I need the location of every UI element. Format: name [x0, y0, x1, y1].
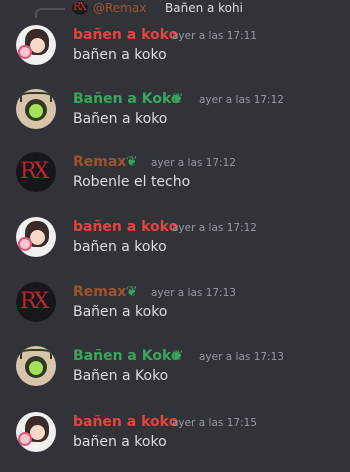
message-timestamp: ayer a las 17:12 — [151, 157, 236, 169]
reply-text: Bañen a kohi — [165, 1, 243, 15]
message-timestamp: ayer a las 17:13 — [199, 351, 284, 363]
avatar-bow — [18, 237, 32, 251]
reply-avatar[interactable]: RX — [72, 1, 88, 15]
leaf-badge-icon[interactable]: ❦ — [126, 155, 142, 169]
message-item[interactable]: RX Remax ❦ ayer a las 17:12 Robenle el t… — [0, 152, 350, 202]
avatar[interactable] — [16, 25, 56, 65]
message-timestamp: ayer a las 17:12 — [199, 94, 284, 106]
message-author[interactable]: bañen a koko — [73, 219, 178, 235]
avatar-bow — [18, 432, 32, 446]
message-timestamp: ayer a las 17:11 — [172, 30, 257, 42]
reply-connector-line — [35, 8, 65, 18]
message-item[interactable]: RX Remax ❦ ayer a las 17:13 Bañen a koko — [0, 282, 350, 332]
leaf-badge-icon[interactable]: ❦ — [172, 92, 188, 106]
avatar-face — [29, 361, 43, 375]
message-content: bañen a koko — [73, 47, 167, 63]
message-timestamp: ayer a las 17:13 — [151, 287, 236, 299]
leaf-badge-icon[interactable]: ❦ — [126, 285, 142, 299]
avatar-face — [30, 425, 45, 440]
avatar[interactable] — [16, 346, 56, 386]
avatar[interactable] — [16, 217, 56, 257]
message-timestamp: ayer a las 17:15 — [172, 417, 257, 429]
message-content: Bañen a Koko — [73, 368, 169, 384]
avatar-face — [30, 38, 45, 53]
message-timestamp: ayer a las 17:12 — [172, 222, 257, 234]
message-item[interactable]: Bañen a Koko ❦ ayer a las 17:12 Bañen a … — [0, 89, 350, 139]
message-author[interactable]: Remax — [73, 154, 126, 170]
avatar-text: RX — [20, 159, 49, 184]
message-author[interactable]: Remax — [73, 284, 126, 300]
message-item[interactable]: Bañen a Koko ❦ ayer a las 17:13 Bañen a … — [0, 346, 350, 396]
message-item[interactable]: bañen a koko ayer a las 17:11 bañen a ko… — [0, 25, 350, 75]
leaf-badge-icon[interactable]: ❦ — [172, 349, 188, 363]
avatar-bow — [18, 45, 32, 59]
message-content: bañen a koko — [73, 434, 167, 450]
avatar-face — [30, 230, 45, 245]
reply-avatar-text: RX — [73, 1, 87, 13]
message-item[interactable]: bañen a koko ayer a las 17:12 bañen a ko… — [0, 217, 350, 267]
message-content: Bañen a koko — [73, 111, 168, 127]
reply-preview[interactable]: RX @Remax Bañen a kohi — [0, 0, 350, 18]
avatar[interactable]: RX — [16, 282, 56, 322]
message-item[interactable]: bañen a koko ayer a las 17:15 bañen a ko… — [0, 412, 350, 462]
avatar[interactable]: RX — [16, 152, 56, 192]
reply-mention[interactable]: @Remax — [93, 1, 146, 15]
message-content: bañen a koko — [73, 239, 167, 255]
avatar[interactable] — [16, 89, 56, 129]
avatar-text: RX — [20, 289, 49, 314]
message-author[interactable]: Bañen a Koko — [73, 91, 181, 107]
message-author[interactable]: bañen a koko — [73, 414, 178, 430]
avatar-face — [29, 104, 43, 118]
avatar[interactable] — [16, 412, 56, 452]
message-content: Robenle el techo — [73, 174, 191, 190]
message-content: Bañen a koko — [73, 304, 168, 320]
message-author[interactable]: Bañen a Koko — [73, 348, 181, 364]
message-author[interactable]: bañen a koko — [73, 27, 178, 43]
